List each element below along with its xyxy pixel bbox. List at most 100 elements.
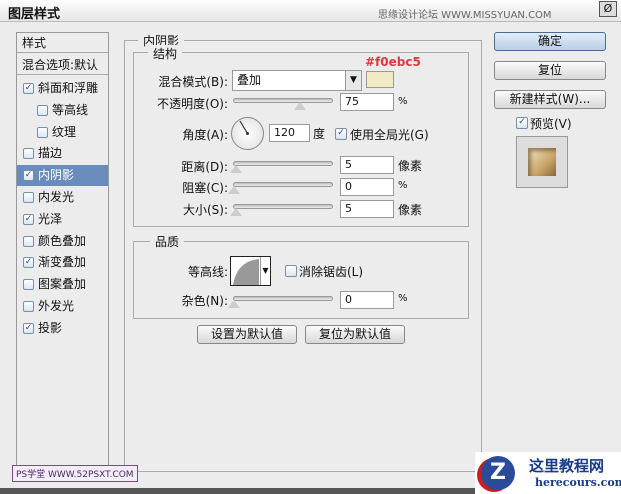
checkbox[interactable] <box>23 301 34 312</box>
checkbox[interactable] <box>23 148 34 160</box>
preview-swatch <box>528 148 556 176</box>
reset-default-button[interactable]: 复位为默认值 <box>305 325 405 344</box>
opacity-unit: % <box>398 96 408 107</box>
style-preview <box>516 136 568 188</box>
title-bar: 图层样式 思缘设计论坛 WWW.MISSYUAN.COM Ø <box>0 0 621 22</box>
style-item-label: 投影 <box>38 320 63 335</box>
angle-indicator-icon <box>239 120 249 135</box>
style-item[interactable]: ✓ 渐变叠加 <box>17 252 108 273</box>
ps-xuetang-logo: PS学堂 WWW.52PSXT.COM <box>12 465 138 482</box>
blend-mode-value: 叠加 <box>237 73 262 87</box>
checkbox[interactable] <box>23 235 34 247</box>
choke-slider[interactable] <box>228 182 333 194</box>
antialias-checkbox[interactable] <box>285 265 297 277</box>
angle-label: 角度(A): <box>182 128 228 142</box>
style-item[interactable]: 颜色叠加 <box>17 231 108 252</box>
style-item[interactable]: ✓ 斜面和浮雕 <box>17 78 108 99</box>
noise-input[interactable]: 0 <box>340 291 394 309</box>
choke-unit: % <box>398 180 408 191</box>
checkbox[interactable]: ✓ <box>23 322 34 334</box>
checkbox[interactable] <box>23 279 34 291</box>
structure-title: 结构 <box>148 45 183 62</box>
blend-options-item[interactable]: 混合选项:默认 <box>17 55 108 75</box>
contour-curve-icon <box>233 259 259 285</box>
herecours-logo: Z 这里教程网 herecours.com <box>475 452 621 494</box>
style-item[interactable]: ✓ 投影 <box>17 318 108 339</box>
distance-label: 距离(D): <box>181 160 228 174</box>
preview-label: 预览(V) <box>530 117 572 131</box>
watermark: 思缘设计论坛 WWW.MISSYUAN.COM <box>378 10 552 21</box>
style-item-label: 描边 <box>38 146 63 161</box>
reset-button[interactable]: 复位 <box>494 61 606 80</box>
chevron-down-icon: ▼ <box>345 71 361 90</box>
size-label: 大小(S): <box>182 203 228 217</box>
distance-unit: 像素 <box>398 159 423 173</box>
noise-label: 杂色(N): <box>181 294 228 308</box>
style-item[interactable]: 外发光 <box>17 296 108 317</box>
size-input[interactable]: 5 <box>340 200 394 218</box>
quality-title: 品质 <box>150 233 185 250</box>
blend-mode-select[interactable]: 叠加 ▼ <box>232 70 362 91</box>
antialias-label: 消除锯齿(L) <box>299 265 364 279</box>
style-item[interactable]: 等高线 <box>17 100 108 121</box>
styles-header[interactable]: 样式 <box>17 33 108 53</box>
contour-picker[interactable]: ▼ <box>230 256 271 286</box>
site-url: herecours.com <box>535 476 621 489</box>
style-item-label: 颜色叠加 <box>38 233 87 248</box>
style-item[interactable]: ✓ 光泽 <box>17 209 108 230</box>
checkbox[interactable]: ✓ <box>23 83 34 94</box>
noise-slider[interactable] <box>228 296 333 308</box>
site-name: 这里教程网 <box>529 457 605 475</box>
choke-label: 阻塞(C): <box>182 181 228 195</box>
noise-unit: % <box>398 293 408 304</box>
style-item[interactable]: ✓ 内阴影 <box>17 165 108 187</box>
new-style-button[interactable]: 新建样式(W)... <box>494 90 606 109</box>
ok-button[interactable]: 确定 <box>494 32 606 51</box>
style-item-label: 内阴影 <box>38 168 75 183</box>
distance-slider[interactable] <box>229 161 333 173</box>
checkbox[interactable] <box>37 104 48 116</box>
opacity-slider[interactable] <box>233 98 333 110</box>
window-title: 图层样式 <box>8 7 61 22</box>
set-default-button[interactable]: 设置为默认值 <box>197 325 297 344</box>
shadow-color-swatch[interactable] <box>366 71 394 88</box>
checkbox[interactable]: ✓ <box>23 170 34 182</box>
checkbox[interactable]: ✓ <box>23 213 34 225</box>
style-item-label: 斜面和浮雕 <box>38 81 99 95</box>
checkbox[interactable] <box>23 192 34 203</box>
style-item-label: 渐变叠加 <box>38 255 87 270</box>
angle-input[interactable]: 120 <box>269 124 310 142</box>
slider-thumb[interactable] <box>229 208 242 216</box>
slider-thumb[interactable] <box>228 300 240 308</box>
checkbox[interactable]: ✓ <box>23 257 34 269</box>
slider-thumb[interactable] <box>229 165 242 173</box>
size-slider[interactable] <box>229 204 333 216</box>
choke-input[interactable]: 0 <box>340 178 394 196</box>
style-item[interactable]: 纹理 <box>17 122 108 143</box>
style-item-label: 等高线 <box>52 102 89 117</box>
slider-thumb[interactable] <box>228 186 240 194</box>
preview-checkbox[interactable]: ✓ <box>516 117 528 129</box>
style-item-label: 外发光 <box>38 299 75 313</box>
slider-thumb[interactable] <box>294 102 306 110</box>
close-button[interactable]: Ø <box>599 1 617 17</box>
style-item-label: 图案叠加 <box>38 277 87 292</box>
angle-unit: 度 <box>313 127 326 141</box>
global-light-checkbox[interactable]: ✓ <box>335 128 347 140</box>
chevron-down-icon: ▼ <box>260 257 270 285</box>
style-item[interactable]: 内发光 <box>17 187 108 208</box>
opacity-label: 不透明度(O): <box>157 97 228 111</box>
contour-label: 等高线: <box>187 265 228 279</box>
opacity-input[interactable]: 75 <box>340 93 394 111</box>
style-item[interactable]: 图案叠加 <box>17 274 108 295</box>
size-unit: 像素 <box>398 203 423 217</box>
blend-mode-label: 混合模式(B): <box>158 75 228 89</box>
z-logo-icon: Z <box>481 456 515 490</box>
style-item-label: 光泽 <box>38 211 63 226</box>
angle-dial[interactable] <box>231 117 264 150</box>
style-list: 样式 混合选项:默认 ✓ 斜面和浮雕等高线纹理描边 ✓ 内阴影内发光 ✓ 光泽颜色叠加 ✓ 渐… <box>16 32 109 472</box>
distance-input[interactable]: 5 <box>340 156 394 174</box>
checkbox[interactable] <box>37 126 48 138</box>
style-item[interactable]: 描边 <box>17 143 108 164</box>
style-item-label: 内发光 <box>38 190 75 204</box>
